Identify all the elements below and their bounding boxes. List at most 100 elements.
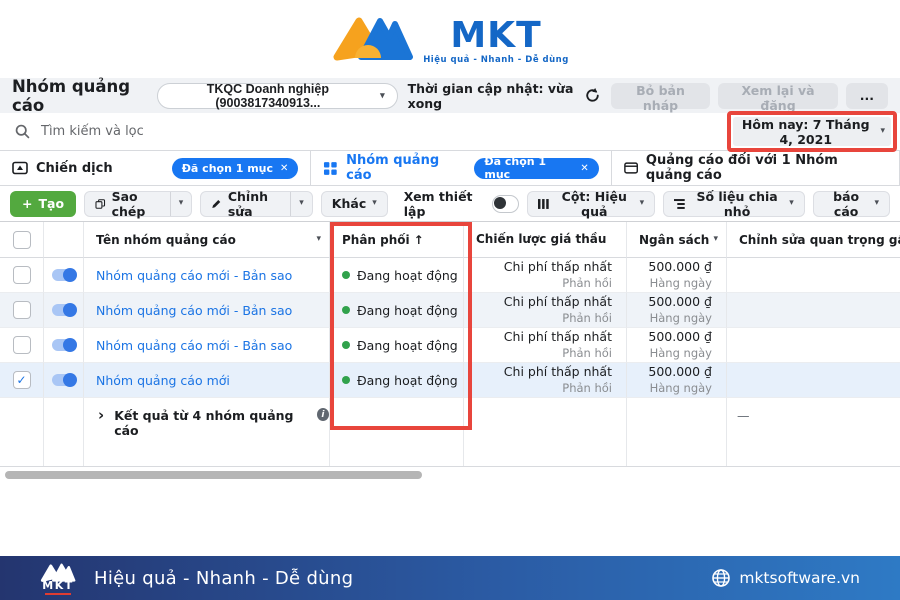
badge-label: Đã chọn 1 mục <box>484 155 573 181</box>
summary-toggle-cell <box>44 398 84 466</box>
row-checkbox[interactable]: ✓ <box>13 266 31 284</box>
close-icon[interactable]: ✕ <box>580 163 588 174</box>
columns-button-label: Cột: Hiệu quả <box>555 189 634 219</box>
chevron-down-icon: ▾ <box>299 199 304 208</box>
status-dot-icon <box>342 341 350 349</box>
bid-strategy-sub: Phản hồi <box>562 276 612 291</box>
chevron-down-icon: ▾ <box>179 199 184 208</box>
row-status-toggle[interactable] <box>52 269 76 281</box>
table-row: ✓ Nhóm quảng cáo mới - Bản sao Đang hoạt… <box>0 328 900 363</box>
close-icon[interactable]: ✕ <box>280 163 288 174</box>
view-setup-toggle[interactable] <box>492 195 519 213</box>
summary-check-cell <box>0 398 44 466</box>
selected-count-badge[interactable]: Đã chọn 1 mục ✕ <box>474 158 598 179</box>
ad-set-name-link[interactable]: Nhóm quảng cáo mới - Bản sao <box>96 303 292 318</box>
toggle-header-cell <box>44 222 84 258</box>
tab-ads[interactable]: Quảng cáo đối với 1 Nhóm quảng cáo <box>612 151 900 185</box>
row-status-toggle[interactable] <box>52 339 76 351</box>
delivery-status: Đang hoạt động <box>357 268 458 283</box>
check-icon: ✓ <box>16 374 26 386</box>
budget-type: Hàng ngày <box>650 276 712 291</box>
tab-ad-sets[interactable]: Nhóm quảng cáo Đã chọn 1 mục ✕ <box>311 151 611 185</box>
review-publish-button[interactable]: Xem lại và đăng <box>718 83 837 109</box>
discard-draft-button[interactable]: Bỏ bản nháp <box>611 83 711 109</box>
pencil-icon <box>211 197 222 211</box>
columns-button[interactable]: Cột: Hiệu quả ▾ <box>527 191 655 217</box>
row-checkbox[interactable]: ✓ <box>13 336 31 354</box>
info-icon[interactable]: i <box>317 408 329 421</box>
more-actions-button[interactable]: Khác ▾ <box>321 191 388 217</box>
horizontal-scrollbar[interactable] <box>5 471 422 479</box>
brand-name: MKT <box>450 19 541 53</box>
column-header-name-label: Tên nhóm quảng cáo <box>96 233 236 247</box>
ad-set-name-link[interactable]: Nhóm quảng cáo mới - Bản sao <box>96 268 292 283</box>
breakdown-icon <box>674 198 685 210</box>
reports-button[interactable]: báo cáo ▾ <box>813 191 890 217</box>
recent-edits-cell <box>727 363 900 398</box>
edit-button[interactable]: Chỉnh sửa <box>201 192 290 216</box>
subheader-actions: Thời gian cập nhật: vừa xong Bỏ bản nháp… <box>408 81 888 111</box>
column-header-delivery-label: Phân phối <box>342 233 410 247</box>
column-header-name[interactable]: Tên nhóm quảng cáo ▾ <box>84 222 330 258</box>
budget-type: Hàng ngày <box>650 311 712 326</box>
date-range-selector[interactable]: Hôm nay: 7 Tháng 4, 2021 ▾ <box>733 117 891 146</box>
budget-type: Hàng ngày <box>650 346 712 361</box>
ad-account-label: TKQC Doanh nghiệp (9003817340913... <box>170 82 366 110</box>
highlight-box-date-range: Hôm nay: 7 Tháng 4, 2021 ▾ <box>727 111 897 152</box>
expand-chevron-icon[interactable]: › <box>98 408 104 423</box>
footer-website-link[interactable]: mktsoftware.vn <box>739 569 860 587</box>
chevron-down-icon: ▾ <box>874 199 879 208</box>
column-header-budget[interactable]: Ngân sách ▾ <box>627 222 727 258</box>
table-row: ✓ Nhóm quảng cáo mới - Bản sao Đang hoạt… <box>0 258 900 293</box>
top-logo-bar: MKT Hiệu quả - Nhanh - Dễ dùng <box>0 0 900 78</box>
duplicate-dropdown-arrow[interactable]: ▾ <box>170 192 192 216</box>
plus-icon: + <box>22 196 32 211</box>
tab-campaigns-label: Chiến dịch <box>36 161 113 176</box>
column-header-bid-strategy[interactable]: Chiến lược giá thầu <box>464 222 627 258</box>
column-header-recent-edits[interactable]: Chỉnh sửa quan trọng gần đây nh <box>727 222 900 258</box>
campaign-icon <box>12 161 28 175</box>
ad-account-selector[interactable]: TKQC Doanh nghiệp (9003817340913... ▾ <box>157 83 398 109</box>
columns-icon <box>538 198 549 210</box>
budget-value: 500.000 ₫ <box>648 329 712 345</box>
brand-tagline: Hiệu quả - Nhanh - Dễ dùng <box>423 55 569 65</box>
refresh-icon <box>584 87 601 104</box>
ad-set-name-link[interactable]: Nhóm quảng cáo mới <box>96 373 230 388</box>
edit-dropdown-arrow[interactable]: ▾ <box>290 192 312 216</box>
recent-edits-cell <box>727 293 900 328</box>
chevron-down-icon: ▾ <box>789 199 794 208</box>
row-status-toggle[interactable] <box>52 374 76 386</box>
refresh-button[interactable] <box>582 85 603 106</box>
column-header-bid-label: Chiến lược giá thầu <box>476 232 606 247</box>
footer-website-group: mktsoftware.vn <box>711 568 860 588</box>
ad-sets-table: ✓ Tên nhóm quảng cáo ▾ Phân phối ↑ Chiến… <box>0 222 900 467</box>
row-status-toggle[interactable] <box>52 304 76 316</box>
toggle-knob <box>63 303 77 317</box>
row-checkbox[interactable]: ✓ <box>13 371 31 389</box>
summary-bid-cell <box>464 398 627 466</box>
more-actions-label: Khác <box>332 196 366 211</box>
ad-set-name-link[interactable]: Nhóm quảng cáo mới - Bản sao <box>96 338 292 353</box>
more-options-button[interactable]: ... <box>846 83 888 109</box>
tab-campaigns[interactable]: Chiến dịch Đã chọn 1 mục ✕ <box>0 151 311 185</box>
search-icon <box>14 123 31 140</box>
duplicate-button[interactable]: Sao chép <box>85 192 170 216</box>
status-dot-icon <box>342 271 350 279</box>
tab-ads-label: Quảng cáo đối với 1 Nhóm quảng cáo <box>646 153 887 183</box>
chevron-down-icon: ▾ <box>372 199 377 208</box>
ad-icon <box>624 161 638 175</box>
select-all-checkbox[interactable]: ✓ <box>13 231 31 249</box>
selected-count-badge[interactable]: Đã chọn 1 mục ✕ <box>172 158 299 179</box>
select-all-cell: ✓ <box>0 222 44 258</box>
chevron-down-icon: ▾ <box>880 127 885 136</box>
footer-logo-redbar <box>45 593 71 595</box>
breakdown-button[interactable]: Số liệu chia nhỏ ▾ <box>663 191 805 217</box>
search-input[interactable]: Tìm kiếm và lọc <box>41 124 144 139</box>
create-button[interactable]: + Tạo <box>10 191 76 217</box>
column-header-delivery[interactable]: Phân phối ↑ <box>330 222 464 258</box>
table-row: ✓ Nhóm quảng cáo mới - Bản sao Đang hoạt… <box>0 293 900 328</box>
results-summary: › Kết quả từ 4 nhóm quảng cáo i <box>84 398 330 466</box>
delivery-status: Đang hoạt động <box>357 373 458 388</box>
dash-placeholder: — <box>737 408 750 423</box>
row-checkbox[interactable]: ✓ <box>13 301 31 319</box>
